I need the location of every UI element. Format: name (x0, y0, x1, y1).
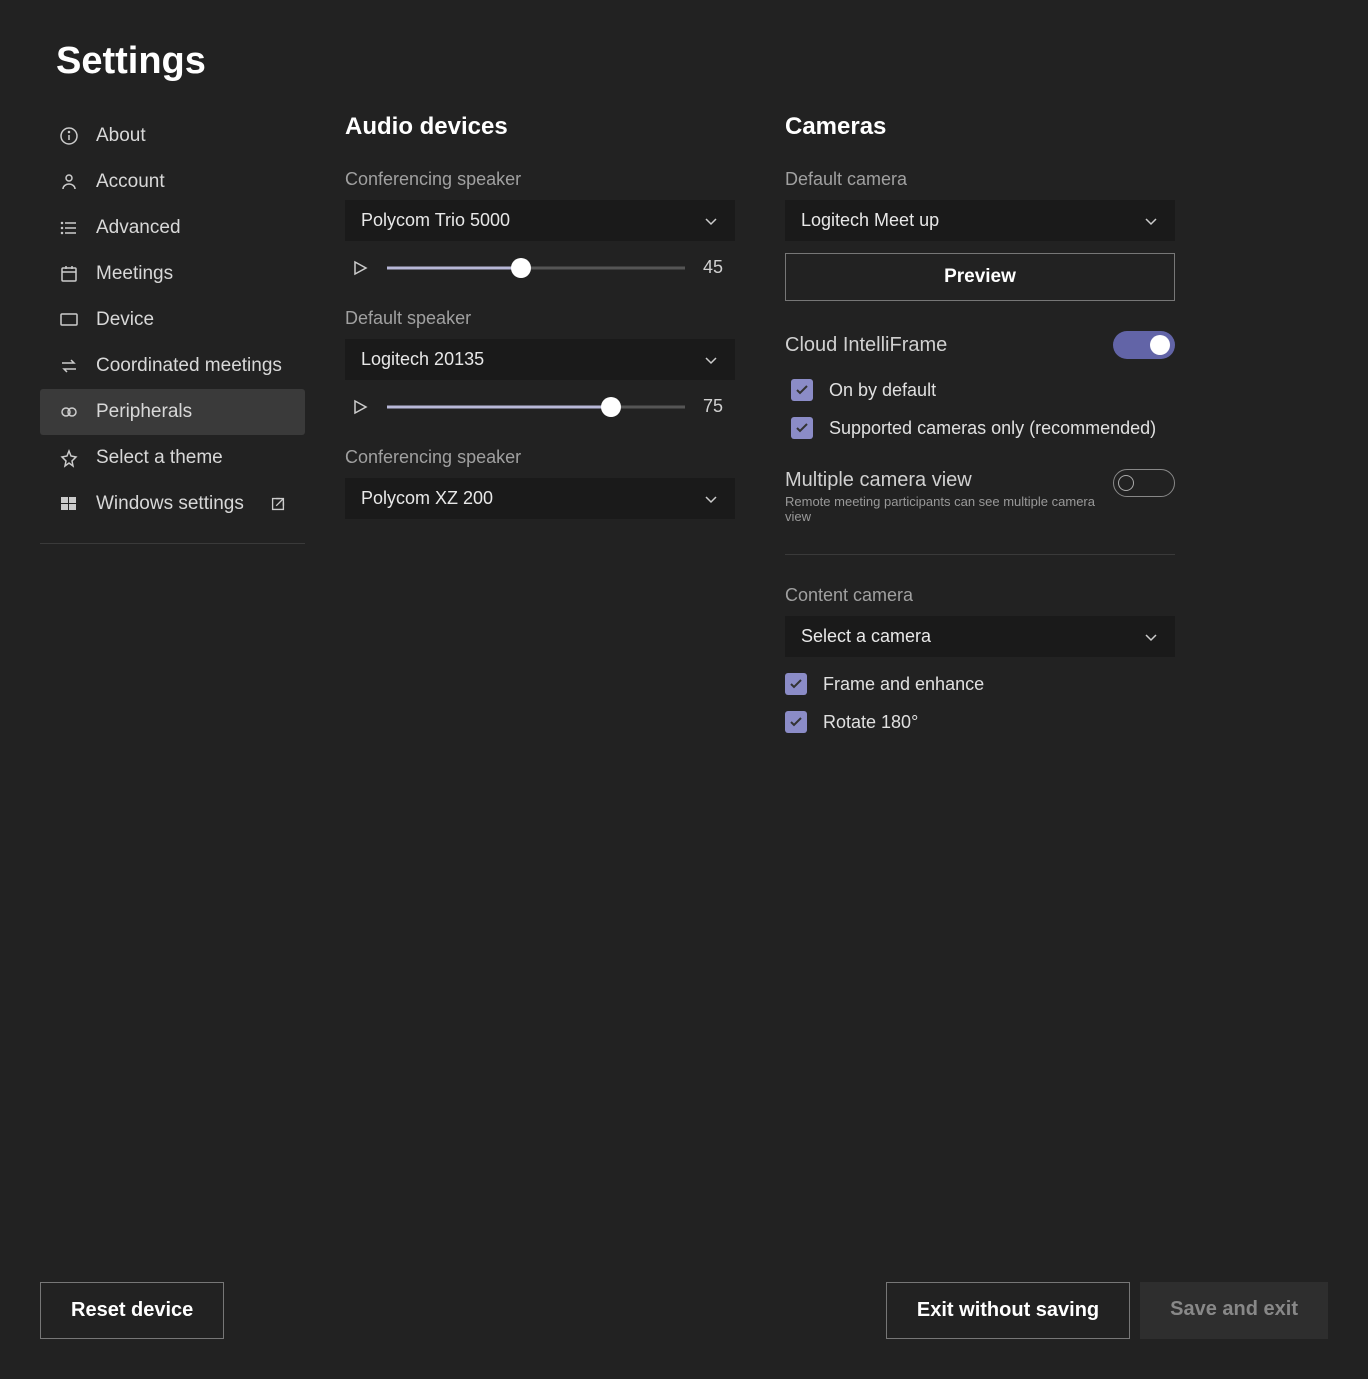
monitor-icon (58, 309, 80, 331)
sidebar-item-peripherals[interactable]: Peripherals (40, 389, 305, 435)
default-speaker-volume-slider[interactable] (387, 398, 685, 416)
play-icon[interactable] (351, 398, 369, 416)
save-and-exit-button[interactable]: Save and exit (1140, 1282, 1328, 1339)
supported-only-checkbox-row[interactable]: Supported cameras only (recommended) (785, 417, 1175, 439)
sidebar-item-label: Windows settings (96, 493, 244, 515)
checkbox-icon (785, 673, 807, 695)
external-link-icon (269, 495, 287, 513)
dropdown-value: Select a camera (801, 626, 931, 647)
account-icon (58, 171, 80, 193)
checkbox-icon (791, 417, 813, 439)
checkbox-label: On by default (829, 380, 936, 401)
multi-view-sublabel: Remote meeting participants can see mult… (785, 494, 1113, 524)
sidebar-item-label: About (96, 125, 146, 147)
chevron-down-icon (703, 491, 719, 507)
play-icon[interactable] (351, 259, 369, 277)
audio-title: Audio devices (345, 113, 735, 141)
cameras-title: Cameras (785, 113, 1175, 141)
on-by-default-checkbox-row[interactable]: On by default (785, 379, 1175, 401)
default-camera-dropdown[interactable]: Logitech Meet up (785, 200, 1175, 241)
sidebar-item-label: Account (96, 171, 165, 193)
conf-speaker2-label: Conferencing speaker (345, 447, 735, 468)
dropdown-value: Polycom XZ 200 (361, 488, 493, 509)
sidebar: About Account Advanced Meetings Device C… (40, 113, 345, 733)
content-camera-dropdown[interactable]: Select a camera (785, 616, 1175, 657)
exit-without-saving-button[interactable]: Exit without saving (886, 1282, 1130, 1339)
dropdown-value: Logitech 20135 (361, 349, 484, 370)
sidebar-divider (40, 543, 305, 544)
sync-icon (58, 355, 80, 377)
sidebar-item-label: Coordinated meetings (96, 355, 282, 377)
multi-view-label: Multiple camera view (785, 469, 1113, 492)
conf-speaker2-dropdown[interactable]: Polycom XZ 200 (345, 478, 735, 519)
sidebar-item-windows[interactable]: Windows settings (40, 481, 305, 527)
checkbox-label: Supported cameras only (recommended) (829, 418, 1156, 439)
conf-speaker-label: Conferencing speaker (345, 169, 735, 190)
chevron-down-icon (1143, 629, 1159, 645)
calendar-icon (58, 263, 80, 285)
sidebar-item-label: Device (96, 309, 154, 331)
intelliframe-toggle[interactable] (1113, 331, 1175, 359)
conf-speaker-dropdown[interactable]: Polycom Trio 5000 (345, 200, 735, 241)
slider-value: 75 (703, 396, 729, 417)
checkbox-icon (791, 379, 813, 401)
sidebar-item-label: Select a theme (96, 447, 223, 469)
rotate-checkbox-row[interactable]: Rotate 180° (785, 711, 1175, 733)
cameras-section: Cameras Default camera Logitech Meet up … (785, 113, 1175, 733)
conf-speaker-volume-slider[interactable] (387, 259, 685, 277)
default-camera-label: Default camera (785, 169, 1175, 190)
peripherals-icon (58, 401, 80, 423)
windows-icon (58, 493, 80, 515)
audio-section: Audio devices Conferencing speaker Polyc… (345, 113, 735, 733)
checkbox-label: Rotate 180° (823, 712, 918, 733)
list-icon (58, 217, 80, 239)
sidebar-item-label: Meetings (96, 263, 173, 285)
intelliframe-label: Cloud IntelliFrame (785, 334, 947, 357)
sidebar-item-label: Peripherals (96, 401, 192, 423)
divider (785, 554, 1175, 555)
chevron-down-icon (1143, 213, 1159, 229)
page-title: Settings (0, 0, 1368, 83)
sidebar-item-about[interactable]: About (40, 113, 305, 159)
sidebar-item-label: Advanced (96, 217, 181, 239)
default-speaker-dropdown[interactable]: Logitech 20135 (345, 339, 735, 380)
chevron-down-icon (703, 213, 719, 229)
content-camera-label: Content camera (785, 585, 1175, 606)
sidebar-item-coordinated[interactable]: Coordinated meetings (40, 343, 305, 389)
theme-icon (58, 447, 80, 469)
default-speaker-label: Default speaker (345, 308, 735, 329)
sidebar-item-device[interactable]: Device (40, 297, 305, 343)
frame-enhance-checkbox-row[interactable]: Frame and enhance (785, 673, 1175, 695)
preview-button[interactable]: Preview (785, 253, 1175, 301)
checkbox-icon (785, 711, 807, 733)
sidebar-item-account[interactable]: Account (40, 159, 305, 205)
checkbox-label: Frame and enhance (823, 674, 984, 695)
sidebar-item-theme[interactable]: Select a theme (40, 435, 305, 481)
info-icon (58, 125, 80, 147)
chevron-down-icon (703, 352, 719, 368)
reset-device-button[interactable]: Reset device (40, 1282, 224, 1339)
slider-value: 45 (703, 257, 729, 278)
dropdown-value: Logitech Meet up (801, 210, 939, 231)
multi-view-toggle[interactable] (1113, 469, 1175, 497)
sidebar-item-advanced[interactable]: Advanced (40, 205, 305, 251)
dropdown-value: Polycom Trio 5000 (361, 210, 510, 231)
sidebar-item-meetings[interactable]: Meetings (40, 251, 305, 297)
